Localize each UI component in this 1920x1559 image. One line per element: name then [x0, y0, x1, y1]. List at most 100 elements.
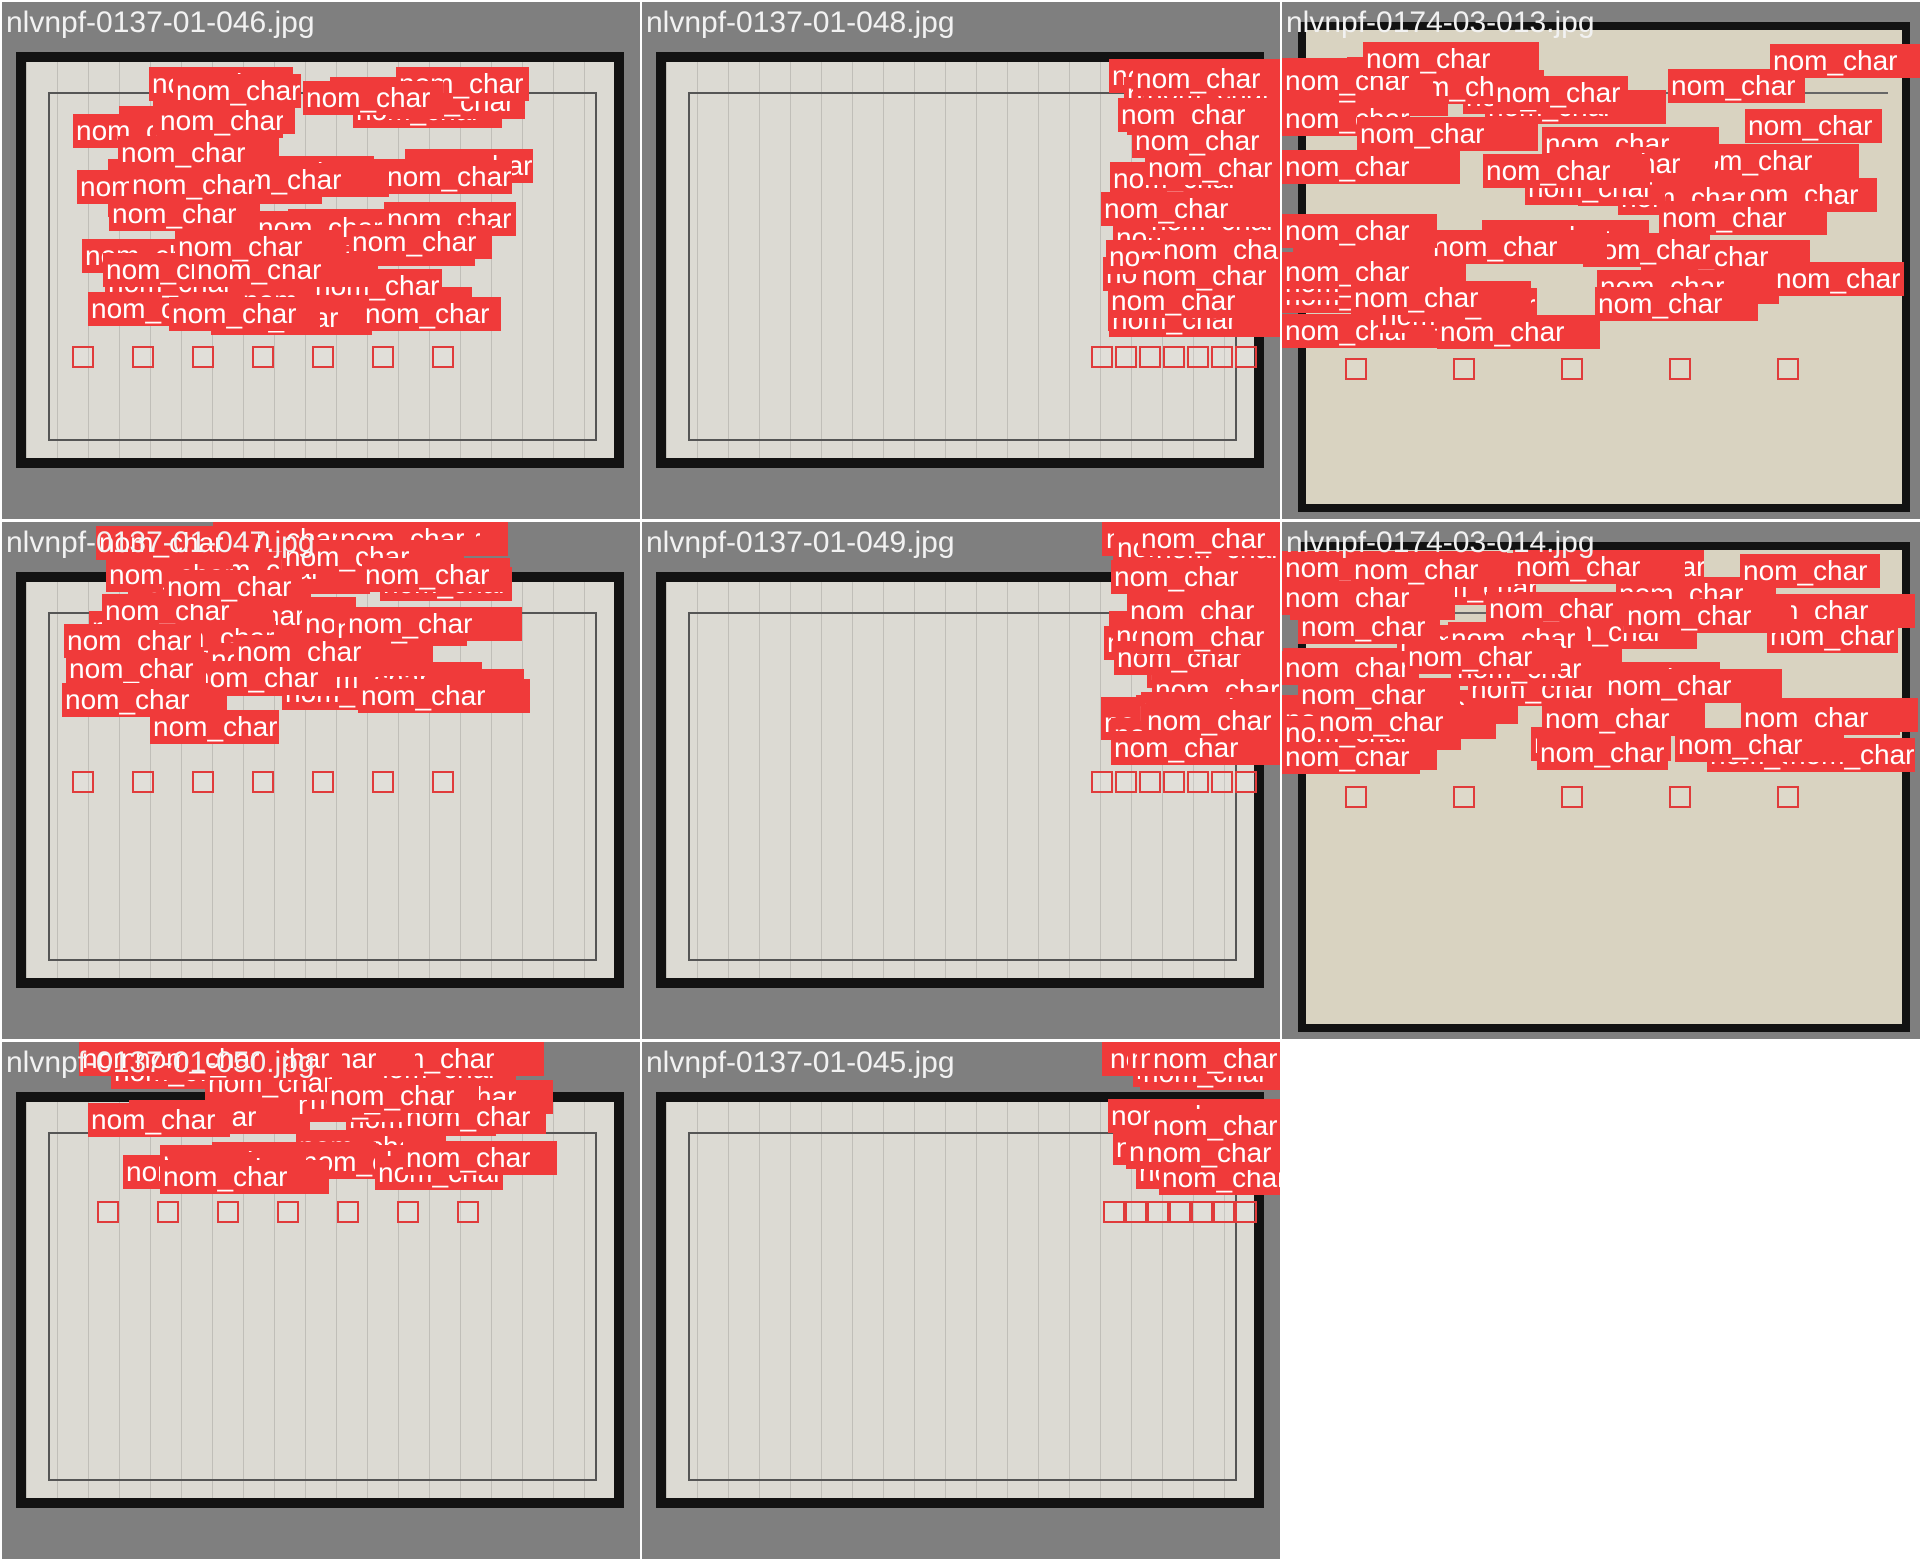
image-filename: nlvnpf-0137-01-046.jpg: [6, 6, 315, 39]
nom-char-label: nom_char: [173, 74, 301, 108]
image-filename: nlvnpf-0137-01-045.jpg: [646, 1046, 955, 1079]
nom-char-label: nom_char: [358, 679, 530, 713]
char-bounding-box: [1163, 771, 1185, 793]
nom-char-label: nom_char: [175, 230, 343, 264]
nom-char-label: nom_char: [1604, 669, 1782, 703]
char-bounding-box: [132, 771, 154, 793]
char-bounding-box: [252, 771, 274, 793]
annotation-layer: nom_charnom_charnom_charnom_charnom_char…: [642, 522, 1280, 1039]
annotation-layer: nom_charnom_charnom_charnom_charnom_char…: [642, 2, 1280, 519]
char-bounding-box: [1115, 346, 1137, 368]
char-bounding-box: [72, 346, 94, 368]
char-bounding-box: [1103, 1201, 1125, 1223]
nom-char-label: nom_char: [1537, 736, 1668, 770]
image-tile[interactable]: nlvnpf-0137-01-047.jpg nom_char nom_char n…: [2, 522, 640, 1039]
nom-char-label: nom_char: [1624, 599, 1791, 633]
nom-char-label: nom_char: [1595, 287, 1758, 321]
nom-char-label: nom_char: [1298, 610, 1440, 644]
char-bounding-box: [192, 771, 214, 793]
image-tile[interactable]: nlvnpf-0137-01-048.jpg nom_char nom_char n…: [642, 2, 1280, 519]
nom-char-label: nom_char: [1493, 76, 1628, 110]
nom-char-label: nom_char: [1144, 704, 1280, 738]
char-bounding-box: [277, 1201, 299, 1223]
char-bounding-box: [1669, 786, 1691, 808]
nom-char-label: nom_char: [129, 168, 255, 202]
annotation-layer: nom_charnom_charnom_charnom_charnom_char…: [2, 522, 640, 1039]
nom-char-label: nom_char: [1483, 154, 1650, 188]
char-bounding-box: [1345, 358, 1367, 380]
char-bounding-box: [157, 1201, 179, 1223]
char-bounding-box: [1187, 771, 1209, 793]
char-bounding-box: [337, 1201, 359, 1223]
image-filename: nlvnpf-0174-03-014.jpg: [1286, 526, 1595, 559]
char-bounding-box: [457, 1201, 479, 1223]
char-bounding-box: [1169, 1201, 1191, 1223]
char-bounding-box: [312, 346, 334, 368]
char-bounding-box: [372, 771, 394, 793]
char-bounding-box: [1561, 786, 1583, 808]
char-bounding-box: [1211, 346, 1233, 368]
char-bounding-box: [1125, 1201, 1147, 1223]
nom-char-label: nom_char: [327, 1079, 460, 1113]
char-bounding-box: [72, 771, 94, 793]
image-filename: nlvnpf-0137-01-047.jpg: [6, 526, 315, 559]
char-bounding-box: [1669, 358, 1691, 380]
char-bounding-box: [432, 346, 454, 368]
char-bounding-box: [1091, 771, 1113, 793]
char-bounding-box: [192, 346, 214, 368]
nom-char-label: nom_char: [1139, 259, 1280, 293]
nom-char-label: nom_char: [88, 1103, 230, 1137]
nom-char-label: nom_char: [1138, 522, 1280, 556]
nom-char-label: nom_char: [1137, 620, 1280, 654]
nom-char-label: nom_char: [1675, 728, 1844, 762]
char-bounding-box: [1235, 1201, 1257, 1223]
char-bounding-box: [1453, 786, 1475, 808]
image-tile[interactable]: nlvnpf-0137-01-050.jpg nom_char nom_char n…: [2, 1042, 640, 1559]
char-bounding-box: [1777, 786, 1799, 808]
char-bounding-box: [132, 346, 154, 368]
char-bounding-box: [217, 1201, 239, 1223]
char-bounding-box: [1139, 771, 1161, 793]
nom-char-label: nom_char: [1745, 109, 1882, 143]
nom-char-label: nom_char: [1357, 117, 1538, 151]
nom-char-label: nom_char: [1659, 201, 1827, 235]
nom-char-label: nom_char: [157, 104, 283, 138]
char-bounding-box: [1561, 358, 1583, 380]
nom-char-label: nom_char: [384, 160, 512, 194]
nom-char-label: nom_char: [66, 652, 206, 686]
annotation-layer: nom_charnom_charnom_charnom_charnom_char…: [1282, 522, 1920, 1039]
image-tile[interactable]: nlvnpf-0137-01-049.jpg nom_char nom_char n…: [642, 522, 1280, 1039]
nom-char-label: nom_char: [403, 1141, 557, 1175]
nom-char-label: nom_char: [1298, 678, 1460, 712]
char-bounding-box: [1235, 771, 1257, 793]
char-bounding-box: [1163, 346, 1185, 368]
image-filename: nlvnpf-0174-03-013.jpg: [1286, 6, 1595, 39]
char-bounding-box: [1345, 786, 1367, 808]
image-tile[interactable]: nlvnpf-0137-01-046.jpg nom_char nom_char n…: [2, 2, 640, 519]
image-tile[interactable]: nlvnpf-0174-03-014.jpg nom_char nom_char n…: [1282, 522, 1920, 1039]
nom-char-label: nom_char: [1363, 42, 1539, 76]
char-bounding-box: [1091, 346, 1113, 368]
nom-char-label: nom_char: [349, 225, 492, 259]
char-bounding-box: [312, 771, 334, 793]
image-tile[interactable]: nlvnpf-0174-03-013.jpg nom_char nom_char n…: [1282, 2, 1920, 519]
nom-char-label: nom_char: [118, 136, 279, 170]
annotation-layer: nom_charnom_charnom_charnom_charnom_char…: [2, 1042, 640, 1559]
char-bounding-box: [97, 1201, 119, 1223]
image-filename: nlvnpf-0137-01-050.jpg: [6, 1046, 315, 1079]
nom-char-label: nom_char: [303, 81, 443, 115]
image-filename: nlvnpf-0137-01-048.jpg: [646, 6, 955, 39]
nom-char-label: nom_char: [1405, 640, 1561, 674]
annotation-layer: nom_charnom_charnom_charnom_charnom_char…: [1282, 2, 1920, 519]
char-bounding-box: [1211, 771, 1233, 793]
nom-char-label: nom_char: [1133, 62, 1280, 96]
annotation-layer: nom_charnom_charnom_charnom_charnom_char…: [642, 1042, 1280, 1559]
image-tile[interactable]: nlvnpf-0137-01-045.jpg nom_char nom_char n…: [642, 1042, 1280, 1559]
nom-char-label: nom_char: [1132, 124, 1280, 158]
char-bounding-box: [1777, 358, 1799, 380]
nom-char-label: nom_char: [191, 661, 337, 695]
char-bounding-box: [1147, 1201, 1169, 1223]
char-bounding-box: [397, 1201, 419, 1223]
nom-char-label: nom_char: [160, 1160, 329, 1194]
char-bounding-box: [1453, 358, 1475, 380]
